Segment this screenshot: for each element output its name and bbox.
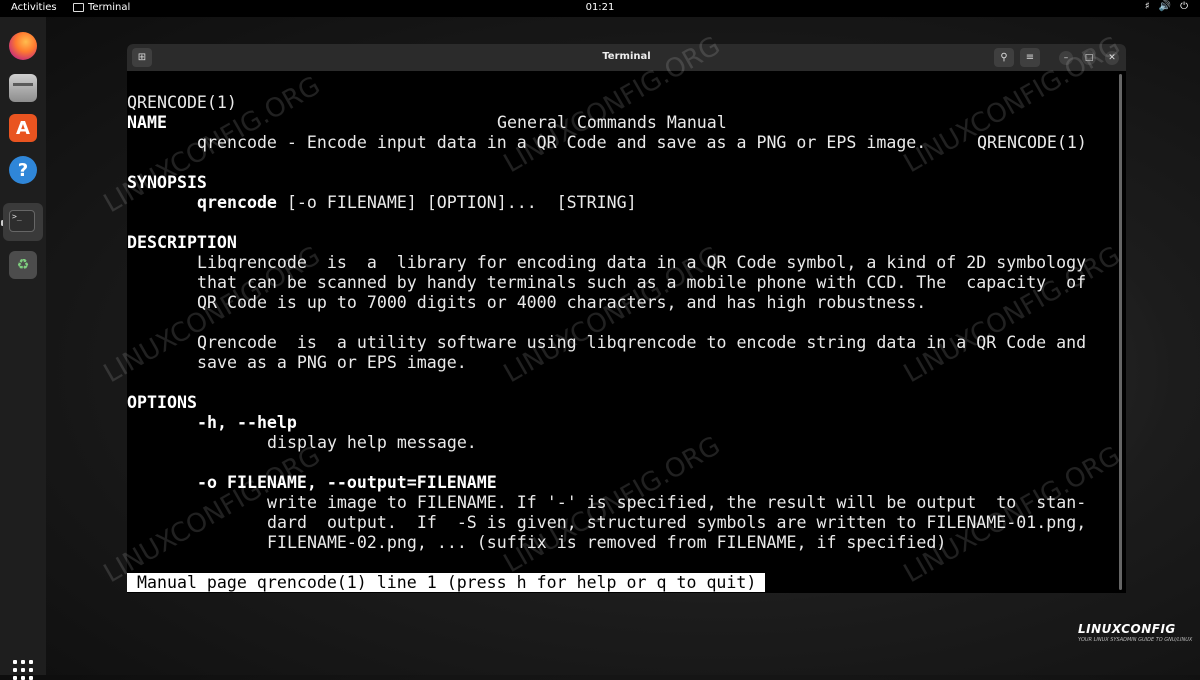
clock[interactable]: 01:21 xyxy=(0,2,1200,13)
firefox-icon[interactable] xyxy=(9,32,37,60)
pager-status-line: Manual page qrencode(1) line 1 (press h … xyxy=(127,573,766,593)
maximize-icon[interactable]: □ xyxy=(1082,51,1096,65)
linuxconfig-logo: LINUXCONFIG YOUR LINUX SYSADMIN GUIDE TO… xyxy=(1078,622,1192,643)
terminal-icon[interactable]: >_ xyxy=(9,210,35,232)
window-title: Terminal xyxy=(602,51,651,62)
description-line: that can be scanned by handy terminals s… xyxy=(197,273,1087,292)
options-heading: OPTIONS xyxy=(127,393,197,412)
trash-icon[interactable]: ♻ xyxy=(9,251,37,279)
header-center: General Commands Manual xyxy=(497,113,727,132)
minimize-icon[interactable]: – xyxy=(1059,51,1073,65)
option-output-line: FILENAME-02.png, ... (suffix is removed … xyxy=(267,533,947,552)
option-help-desc: display help message. xyxy=(267,433,477,452)
name-text: qrencode - Encode input data in a QR Cod… xyxy=(197,133,927,152)
man-header: QRENCODE(1) General Commands Manual QREN… xyxy=(127,73,1087,173)
volume-icon: 🔊 xyxy=(1158,1,1172,12)
files-icon[interactable] xyxy=(9,74,37,102)
dock: A ? >_ ♻ xyxy=(0,17,46,680)
synopsis-args: [-o FILENAME] [OPTION]... [STRING] xyxy=(276,193,637,212)
title-bar[interactable]: ⊞ Terminal ⚲ ≡ – □ ✕ xyxy=(127,44,1126,71)
description-line: QR Code is up to 7000 digits or 4000 cha… xyxy=(197,293,927,312)
description-heading: DESCRIPTION xyxy=(127,233,237,252)
software-center-icon[interactable]: A xyxy=(9,114,37,142)
network-icon: ♯ xyxy=(1144,1,1150,12)
synopsis-heading: SYNOPSIS xyxy=(127,173,207,192)
power-icon: ⏻ xyxy=(1180,1,1188,12)
option-help: -h, --help xyxy=(197,413,297,432)
close-icon[interactable]: ✕ xyxy=(1105,51,1119,65)
synopsis-line: qrencode [-o FILENAME] [OPTION]... [STRI… xyxy=(197,193,637,213)
header-right: QRENCODE(1) xyxy=(977,133,1087,152)
terminal-window: ⊞ Terminal ⚲ ≡ – □ ✕ QRENCODE(1) General… xyxy=(127,44,1126,593)
name-heading: NAME xyxy=(127,113,167,132)
option-output: -o FILENAME, --output=FILENAME xyxy=(197,473,497,492)
header-left: QRENCODE(1) xyxy=(127,93,237,112)
pager-status: Manual page qrencode(1) line 1 (press h … xyxy=(127,573,766,592)
scrollbar[interactable] xyxy=(1119,74,1122,590)
description-line: save as a PNG or EPS image. xyxy=(197,353,467,372)
menu-icon[interactable]: ≡ xyxy=(1020,48,1040,67)
description-line: Qrencode is a utility software using lib… xyxy=(197,333,1087,352)
logo-text: LINUXCONFIG xyxy=(1078,622,1176,636)
top-bar: Activities Terminal 01:21 ♯ 🔊 ⏻ xyxy=(0,0,1200,17)
description-line: Libqrencode is a library for encoding da… xyxy=(197,253,1087,272)
logo-tagline: YOUR LINUX SYSADMIN GUIDE TO GNU/LINUX xyxy=(1078,637,1193,643)
system-tray[interactable]: ♯ 🔊 ⏻ xyxy=(1145,1,1188,12)
option-output-line: dard output. If -S is given, structured … xyxy=(267,513,1087,532)
help-icon[interactable]: ? xyxy=(9,156,37,184)
option-output-line: write image to FILENAME. If '-' is speci… xyxy=(267,493,1087,512)
show-apps-icon[interactable] xyxy=(13,660,33,680)
synopsis-command: qrencode xyxy=(197,193,277,212)
search-icon[interactable]: ⚲ xyxy=(994,48,1014,67)
